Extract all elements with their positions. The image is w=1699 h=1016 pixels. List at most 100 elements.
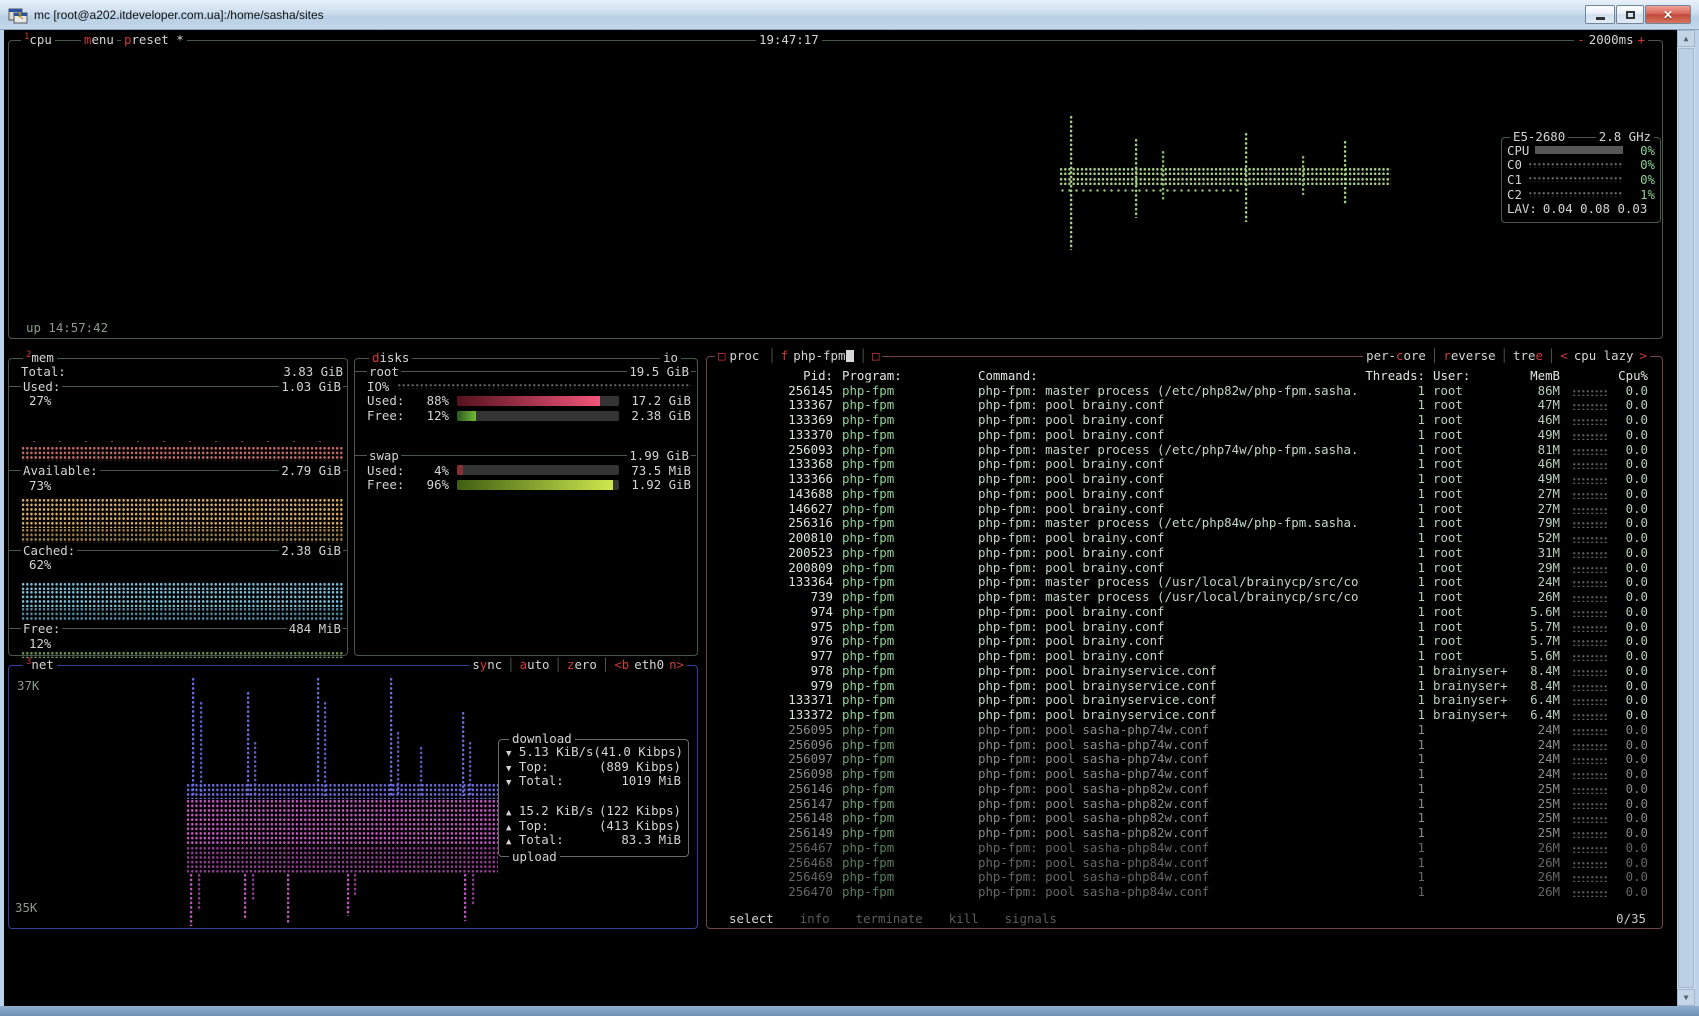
filter-input[interactable]: php-fpm bbox=[793, 349, 845, 363]
filter-cursor bbox=[846, 350, 854, 362]
process-row[interactable]: 200809php-fpmphp-fpm: pool brainy.conf1r… bbox=[712, 560, 1650, 575]
column-header-cpu[interactable]: Cpu% bbox=[1608, 368, 1648, 383]
sort-prev-button[interactable]: < bbox=[1560, 349, 1567, 363]
process-threads: 1 bbox=[1364, 781, 1425, 796]
column-header-threads[interactable]: Threads: bbox=[1364, 368, 1425, 383]
mem-cached-row: Cached:2.38 GiB bbox=[21, 543, 343, 558]
download-arrow-icon: ▼ bbox=[506, 749, 511, 759]
process-row[interactable]: 256470php-fpmphp-fpm: pool sasha-php84w.… bbox=[712, 884, 1650, 899]
process-threads: 1 bbox=[1364, 574, 1425, 589]
scroll-up-arrow-icon[interactable]: ▲ bbox=[1677, 30, 1695, 47]
process-pid: 979 bbox=[712, 678, 833, 693]
info-button[interactable]: info bbox=[800, 911, 830, 926]
process-cpu: 0.0 bbox=[1608, 751, 1648, 766]
upload-graph-band bbox=[186, 799, 498, 846]
filter-key[interactable]: f bbox=[781, 349, 793, 363]
window-titlebar[interactable]: mc [root@a202.itdeveloper.com.ua]:/home/… bbox=[0, 0, 1699, 30]
process-row[interactable]: 256096php-fpmphp-fpm: pool sasha-php74w.… bbox=[712, 737, 1650, 752]
process-row[interactable]: 133366php-fpmphp-fpm: pool brainy.conf1r… bbox=[712, 471, 1650, 486]
terminal-scrollbar[interactable]: ▲ ▼ bbox=[1677, 30, 1695, 1006]
process-row[interactable]: 256147php-fpmphp-fpm: pool sasha-php82w.… bbox=[712, 796, 1650, 811]
maximize-button[interactable] bbox=[1616, 5, 1644, 24]
process-row[interactable]: 256149php-fpmphp-fpm: pool sasha-php82w.… bbox=[712, 825, 1650, 840]
process-program: php-fpm bbox=[842, 619, 972, 634]
scroll-down-arrow-icon[interactable]: ▼ bbox=[1677, 989, 1695, 1006]
iface-next-button[interactable]: n> bbox=[669, 658, 684, 672]
process-row[interactable]: 133372php-fpmphp-fpm: pool brainyservice… bbox=[712, 707, 1650, 722]
sort-next-button[interactable]: > bbox=[1640, 349, 1647, 363]
process-pid: 974 bbox=[712, 604, 833, 619]
process-row[interactable]: 133364php-fpmphp-fpm: master process (/u… bbox=[712, 575, 1650, 590]
collapse-icon[interactable]: □ bbox=[718, 349, 725, 363]
proc-title-text[interactable]: proc bbox=[725, 349, 763, 363]
process-row[interactable]: 256316php-fpmphp-fpm: master process (/e… bbox=[712, 516, 1650, 531]
iface-prev-button[interactable]: <b bbox=[614, 658, 629, 672]
process-memory-graph bbox=[1572, 403, 1608, 410]
process-pid: 256093 bbox=[712, 442, 833, 457]
process-row[interactable]: 256145php-fpmphp-fpm: master process (/e… bbox=[712, 383, 1650, 398]
process-row[interactable]: 146627php-fpmphp-fpm: pool brainy.conf1r… bbox=[712, 501, 1650, 516]
process-pid: 256149 bbox=[712, 825, 833, 840]
process-row[interactable]: 133370php-fpmphp-fpm: pool brainy.conf1r… bbox=[712, 427, 1650, 442]
process-row[interactable]: 133369php-fpmphp-fpm: pool brainy.conf1r… bbox=[712, 412, 1650, 427]
net-box-title[interactable]: 3net bbox=[23, 658, 57, 672]
process-row[interactable]: 133367php-fpmphp-fpm: pool brainy.conf1r… bbox=[712, 398, 1650, 413]
process-cpu: 0.0 bbox=[1608, 427, 1648, 442]
filter-clear-icon[interactable]: □ bbox=[872, 349, 879, 363]
process-row[interactable]: 739php-fpmphp-fpm: master process (/usr/… bbox=[712, 589, 1650, 604]
process-row[interactable]: 256093php-fpmphp-fpm: master process (/e… bbox=[712, 442, 1650, 457]
process-row[interactable]: 133371php-fpmphp-fpm: pool brainyservice… bbox=[712, 693, 1650, 708]
process-program: php-fpm bbox=[842, 412, 972, 427]
per-core-toggle[interactable]: per-core bbox=[1366, 349, 1426, 363]
mem-used-graph bbox=[21, 438, 343, 446]
disk-used-row: Used: 88% 17.2 GiB bbox=[367, 394, 691, 409]
signals-button[interactable]: signals bbox=[1005, 911, 1057, 926]
process-row[interactable]: 256469php-fpmphp-fpm: pool sasha-php84w.… bbox=[712, 870, 1650, 885]
process-row[interactable]: 975php-fpmphp-fpm: pool brainy.conf1root… bbox=[712, 619, 1650, 634]
interval-increase-button[interactable]: + bbox=[1638, 33, 1645, 47]
process-threads: 1 bbox=[1364, 633, 1425, 648]
process-row[interactable]: 978php-fpmphp-fpm: pool brainyservice.co… bbox=[712, 663, 1650, 678]
close-button[interactable]: ✕ bbox=[1645, 5, 1691, 24]
process-row[interactable]: 256146php-fpmphp-fpm: pool sasha-php82w.… bbox=[712, 781, 1650, 796]
process-row[interactable]: 256468php-fpmphp-fpm: pool sasha-php84w.… bbox=[712, 855, 1650, 870]
process-row[interactable]: 200523php-fpmphp-fpm: pool brainy.conf1r… bbox=[712, 545, 1650, 560]
menu-button[interactable]: menu bbox=[81, 33, 117, 47]
reverse-toggle[interactable]: reverse bbox=[1443, 349, 1495, 363]
column-header-memory[interactable]: MemB bbox=[1523, 368, 1560, 383]
select-button[interactable]: select bbox=[729, 911, 774, 926]
column-header-pid[interactable]: Pid: bbox=[712, 368, 833, 383]
process-row[interactable]: 977php-fpmphp-fpm: pool brainy.conf1root… bbox=[712, 648, 1650, 663]
cpu-total-bar bbox=[1535, 146, 1623, 154]
kill-button[interactable]: kill bbox=[949, 911, 979, 926]
sync-toggle[interactable]: sync bbox=[472, 658, 502, 672]
process-row[interactable]: 256467php-fpmphp-fpm: pool sasha-php84w.… bbox=[712, 840, 1650, 855]
tree-toggle[interactable]: tree bbox=[1513, 349, 1543, 363]
process-row[interactable]: 976php-fpmphp-fpm: pool brainy.conf1root… bbox=[712, 634, 1650, 649]
process-row[interactable]: 256095php-fpmphp-fpm: pool sasha-php74w.… bbox=[712, 722, 1650, 737]
zero-toggle[interactable]: zero bbox=[567, 658, 597, 672]
preset-button[interactable]: preset * bbox=[121, 33, 187, 47]
column-header-program[interactable]: Program: bbox=[842, 368, 972, 383]
process-row[interactable]: 256097php-fpmphp-fpm: pool sasha-php74w.… bbox=[712, 752, 1650, 767]
process-row[interactable]: 133368php-fpmphp-fpm: pool brainy.conf1r… bbox=[712, 457, 1650, 472]
process-program: php-fpm bbox=[842, 471, 972, 486]
column-header-command[interactable]: Command: bbox=[978, 368, 1364, 383]
process-row[interactable]: 256098php-fpmphp-fpm: pool sasha-php74w.… bbox=[712, 766, 1650, 781]
auto-toggle[interactable]: auto bbox=[520, 658, 550, 672]
process-row[interactable]: 200810php-fpmphp-fpm: pool brainy.conf1r… bbox=[712, 530, 1650, 545]
scrollbar-thumb[interactable] bbox=[1678, 48, 1694, 988]
mem-used-row: Used:1.03 GiB bbox=[21, 379, 343, 394]
process-row[interactable]: 974php-fpmphp-fpm: pool brainy.conf1root… bbox=[712, 604, 1650, 619]
process-threads: 1 bbox=[1364, 383, 1425, 398]
cpu-box-title[interactable]: 1cpu bbox=[21, 33, 55, 47]
process-row[interactable]: 143688php-fpmphp-fpm: pool brainy.conf1r… bbox=[712, 486, 1650, 501]
terminate-button[interactable]: terminate bbox=[856, 911, 923, 926]
process-row[interactable]: 256148php-fpmphp-fpm: pool sasha-php82w.… bbox=[712, 811, 1650, 826]
minimize-button[interactable] bbox=[1585, 5, 1615, 24]
interval-decrease-button[interactable]: - bbox=[1577, 33, 1584, 47]
cpu-usage-graph bbox=[1059, 167, 1391, 175]
process-row[interactable]: 979php-fpmphp-fpm: pool brainyservice.co… bbox=[712, 678, 1650, 693]
upload-graph-spike bbox=[346, 873, 351, 916]
column-header-user[interactable]: User: bbox=[1433, 368, 1523, 383]
